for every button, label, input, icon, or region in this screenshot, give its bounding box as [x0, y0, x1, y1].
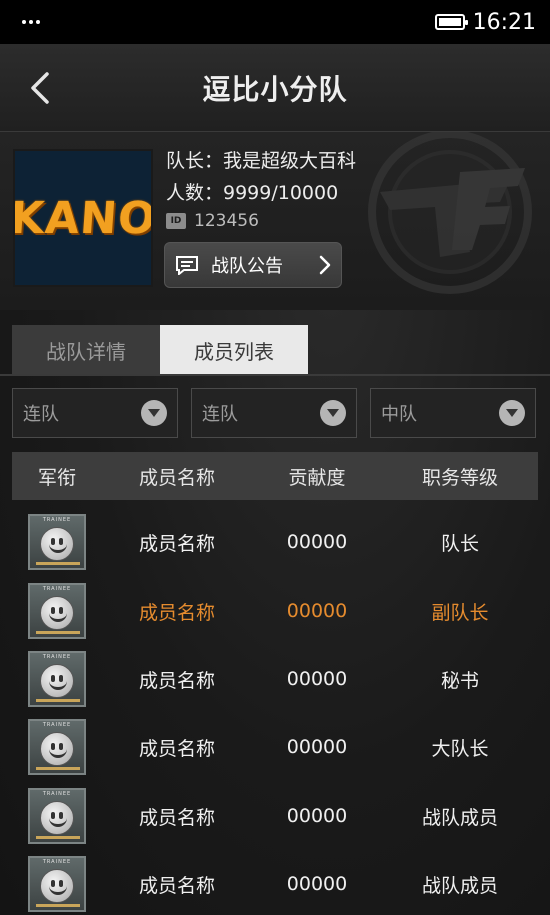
- member-name: 成员名称: [138, 806, 215, 829]
- chevron-right-icon: [319, 255, 331, 275]
- column-header-rank: 军衔: [37, 466, 76, 489]
- table-row[interactable]: TRAINEE 成员名称 00000 队长: [12, 508, 538, 576]
- smiley-face-icon: [40, 801, 74, 835]
- member-role: 大队长: [431, 737, 489, 760]
- team-id: 123456: [194, 211, 259, 231]
- member-count-line: 人数：9999/10000: [166, 182, 339, 204]
- dropdown-arrow-icon: [499, 400, 525, 426]
- app-screen: 16:21 逗比小分队 KANO 队长：我是超级大百科 人数：9999/1000…: [0, 0, 550, 915]
- rank-badge-icon: TRAINEE: [28, 514, 86, 570]
- member-name: 成员名称: [138, 737, 215, 760]
- table-header: 军衔 成员名称 贡献度 职务等级: [12, 452, 538, 500]
- rank-badge-text: TRAINEE: [42, 791, 72, 797]
- member-contribution: 00000: [286, 873, 348, 895]
- nav-header: 逗比小分队: [0, 44, 550, 132]
- status-bar: 16:21: [0, 0, 550, 44]
- team-id-row: ID 123456: [166, 211, 259, 231]
- member-role: 战队成员: [421, 806, 498, 829]
- rank-badge-text: TRAINEE: [42, 517, 72, 523]
- member-contribution: 00000: [286, 531, 348, 553]
- filter-dropdown-3[interactable]: 中队: [370, 388, 536, 438]
- tab-team-details[interactable]: 战队详情: [12, 325, 160, 375]
- table-row[interactable]: TRAINEE 成员名称 00000 秘书: [12, 645, 538, 713]
- column-header-role: 职务等级: [421, 466, 498, 489]
- member-name: 成员名称: [138, 669, 215, 692]
- page-title: 逗比小分队: [202, 72, 348, 106]
- filter-label: 连队: [23, 404, 59, 425]
- notice-label: 战队公告: [211, 256, 283, 277]
- member-contribution: 00000: [286, 668, 348, 690]
- rank-badge-icon: TRAINEE: [28, 583, 86, 639]
- three-dots-icon: [22, 20, 40, 24]
- battery-icon: [434, 14, 468, 30]
- table-row[interactable]: TRAINEE 成员名称 00000 战队成员: [12, 782, 538, 850]
- member-role: 副队长: [431, 601, 489, 624]
- back-button[interactable]: [20, 68, 60, 108]
- smiley-face-icon: [40, 596, 74, 630]
- filter-dropdown-2[interactable]: 连队: [191, 388, 357, 438]
- rank-badge-icon: TRAINEE: [28, 651, 86, 707]
- notice-icon: [176, 256, 198, 275]
- rank-badge-icon: TRAINEE: [28, 788, 86, 844]
- member-contribution: 00000: [286, 736, 348, 758]
- smiley-face-icon: [40, 527, 74, 561]
- team-logo-text: KANO: [13, 192, 153, 244]
- table-row[interactable]: TRAINEE 成员名称 00000 副队长: [12, 577, 538, 645]
- status-time: 16:21: [472, 9, 536, 35]
- filter-label: 中队: [381, 404, 417, 425]
- dropdown-arrow-icon: [320, 400, 346, 426]
- rank-badge-text: TRAINEE: [42, 586, 72, 592]
- filter-dropdown-1[interactable]: 连队: [12, 388, 178, 438]
- member-contribution: 00000: [286, 805, 348, 827]
- table-row[interactable]: TRAINEE 成员名称 00000 战队成员: [12, 850, 538, 915]
- tab-bar: 战队详情 成员列表: [12, 325, 308, 375]
- member-name: 成员名称: [138, 532, 215, 555]
- column-header-contribution: 贡献度: [288, 466, 346, 489]
- rank-badge-text: TRAINEE: [42, 859, 72, 865]
- rank-badge-text: TRAINEE: [42, 722, 72, 728]
- member-role: 队长: [440, 532, 479, 555]
- status-right: 16:21: [434, 9, 536, 35]
- team-notice-button[interactable]: 战队公告: [164, 242, 342, 288]
- rank-badge-icon: TRAINEE: [28, 719, 86, 775]
- smiley-face-icon: [40, 869, 74, 903]
- member-name: 成员名称: [138, 601, 215, 624]
- smiley-face-icon: [40, 732, 74, 766]
- tab-member-list[interactable]: 成员列表: [160, 325, 308, 375]
- dropdown-arrow-icon: [141, 400, 167, 426]
- id-icon: ID: [166, 213, 186, 229]
- captain-line: 队长：我是超级大百科: [166, 150, 357, 172]
- team-logo: KANO: [13, 149, 153, 287]
- cf-emblem-icon: [368, 132, 532, 294]
- tab-divider: [0, 374, 550, 376]
- chevron-left-icon: [31, 72, 49, 104]
- table-row[interactable]: TRAINEE 成员名称 00000 大队长: [12, 713, 538, 781]
- column-header-name: 成员名称: [138, 466, 215, 489]
- member-contribution: 00000: [286, 600, 348, 622]
- member-role: 秘书: [440, 669, 479, 692]
- rank-badge-icon: TRAINEE: [28, 856, 86, 912]
- smiley-face-icon: [40, 664, 74, 698]
- rank-badge-text: TRAINEE: [42, 654, 72, 660]
- member-name: 成员名称: [138, 874, 215, 897]
- member-role: 战队成员: [421, 874, 498, 897]
- filter-label: 连队: [202, 404, 238, 425]
